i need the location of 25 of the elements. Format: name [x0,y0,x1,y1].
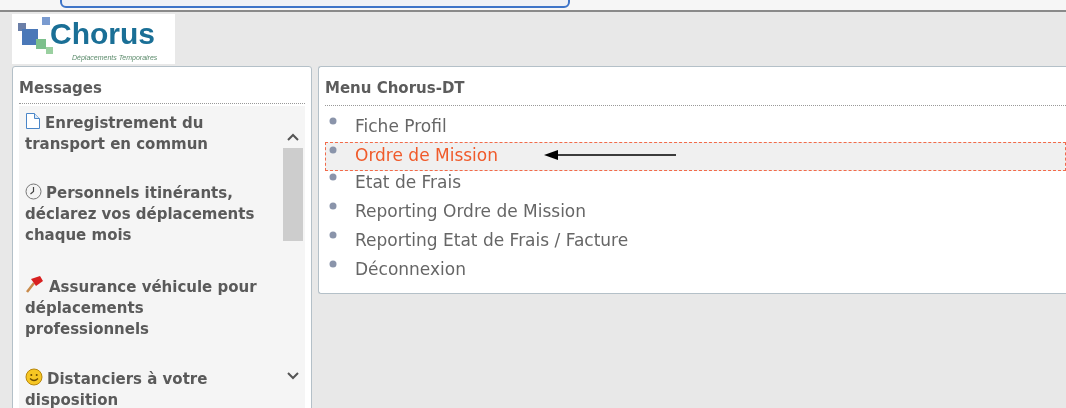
scroll-up-icon[interactable] [286,131,300,142]
document-icon [25,111,41,130]
menu-item[interactable]: Déconnexion [325,256,1066,286]
bullet-icon [329,145,337,154]
logo-wordmark: Chorus [50,16,155,52]
panel-title: Menu Chorus-DT [325,67,1066,106]
bullet-icon [329,116,337,125]
menu-item[interactable]: Reporting Ordre de Mission [325,198,1066,228]
menu-item[interactable]: Fiche Profil [325,113,1066,143]
panel-title: Messages [19,67,305,104]
scroll-down-icon[interactable] [286,370,300,381]
menu-item[interactable]: Etat de Frais [325,169,1066,199]
bullet-icon [329,201,337,210]
smiley-icon [25,367,43,386]
message-link[interactable]: Enregistrement du transport en commun [25,111,261,155]
clock-icon [25,182,42,200]
scrollbar-thumb[interactable] [283,147,303,241]
message-link[interactable]: Assurance véhicule pour déplacements professionnels [25,273,261,340]
bullet-icon [329,230,337,239]
bullet-icon [329,172,337,181]
message-link[interactable]: Distanciers à votre disposition [25,367,261,408]
bullet-icon [329,259,337,268]
pushpin-icon [25,273,45,294]
menu-item[interactable]: Reporting Etat de Frais / Facture [325,227,1066,257]
message-link[interactable]: Personnels itinérants, déclarez vos déplacements chaque mois [25,182,261,246]
